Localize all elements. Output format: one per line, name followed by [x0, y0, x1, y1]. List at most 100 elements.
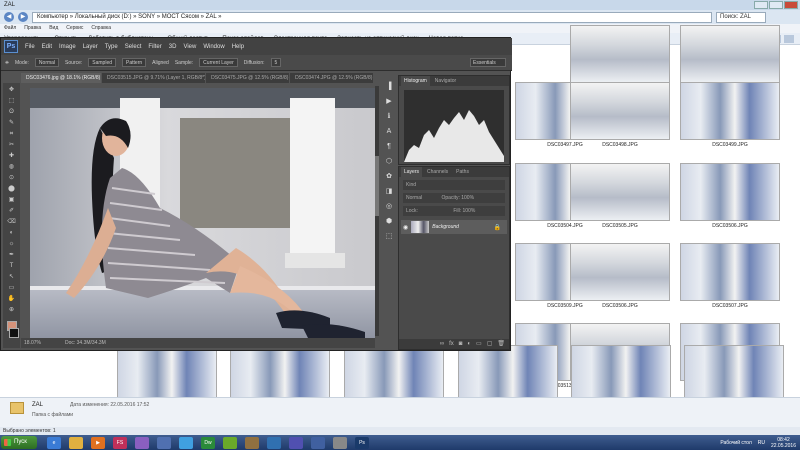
- menu-item-1[interactable]: Правка: [24, 24, 41, 33]
- close-button[interactable]: [784, 1, 798, 9]
- taskbar-app-dw-icon[interactable]: Dw: [201, 436, 215, 449]
- sample-select[interactable]: Current Layer: [199, 58, 238, 67]
- ps-tool-15-icon[interactable]: ✒: [7, 251, 17, 260]
- mode-select[interactable]: Normal: [34, 58, 60, 67]
- menu-item-0[interactable]: Файл: [4, 24, 16, 33]
- ps-menu-help[interactable]: Help: [232, 44, 244, 50]
- ps-menu-layer[interactable]: Layer: [83, 44, 98, 50]
- maximize-button[interactable]: [769, 1, 783, 9]
- document-tab-3[interactable]: DSC03474.JPG @ 12.5% (RGB/8): [290, 73, 373, 83]
- menu-item-4[interactable]: Справка: [91, 24, 111, 33]
- ps-tool-4-icon[interactable]: ⌗: [7, 130, 17, 139]
- ps-tool-14-icon[interactable]: ☼: [7, 240, 17, 249]
- pattern-radio[interactable]: Pattern: [122, 58, 147, 67]
- taskbar-app-save-icon[interactable]: [289, 436, 303, 449]
- ps-tool-18-icon[interactable]: ▭: [7, 284, 17, 293]
- ps-tool-2-icon[interactable]: ʘ: [7, 108, 17, 117]
- dock-icon-6[interactable]: ✿: [384, 171, 395, 182]
- ps-tool-13-icon[interactable]: ◐: [7, 229, 17, 238]
- ps-tool-8-icon[interactable]: ⊙: [7, 174, 17, 183]
- thumbnail-item[interactable]: DSC03506.JPG: [570, 243, 670, 309]
- dock-icon-9[interactable]: ⬢: [384, 216, 395, 227]
- clone-stamp-icon[interactable]: ⎈: [5, 60, 9, 66]
- adjustment-icon[interactable]: ◐: [467, 339, 471, 349]
- fill-input[interactable]: Fill: 100%: [453, 208, 475, 214]
- taskbar-app-media-icon[interactable]: ▶: [91, 436, 105, 449]
- ps-tool-10-icon[interactable]: ▣: [7, 196, 17, 205]
- ps-tool-3-icon[interactable]: ✎: [7, 119, 17, 128]
- sampled-radio[interactable]: Sampled: [88, 58, 117, 67]
- start-button[interactable]: Пуск: [1, 436, 37, 449]
- tab-navigator[interactable]: Navigator: [432, 76, 459, 86]
- ps-tool-17-icon[interactable]: ↖: [7, 273, 17, 282]
- language-indicator[interactable]: RU: [758, 440, 765, 446]
- thumbnail-item[interactable]: DSC03499.JPG: [680, 82, 780, 148]
- help-icon[interactable]: [784, 35, 794, 43]
- taskbar-app-ie-icon[interactable]: e: [47, 436, 61, 449]
- ps-tool-0-icon[interactable]: ✥: [7, 86, 17, 95]
- ps-menu-window[interactable]: Window: [203, 44, 224, 50]
- ps-canvas[interactable]: [30, 88, 375, 338]
- dock-icon-10[interactable]: ⬚: [384, 231, 395, 242]
- fx-icon[interactable]: fx: [449, 339, 454, 349]
- taskbar-app-cube-icon[interactable]: [135, 436, 149, 449]
- dock-icon-4[interactable]: ¶: [384, 141, 395, 152]
- link-layers-icon[interactable]: ∞: [440, 339, 444, 349]
- document-tab-0[interactable]: DSC03476.jpg @ 18.1% (RGB/8): [21, 73, 102, 83]
- taskbar-app-ps-icon[interactable]: Ps: [355, 436, 369, 449]
- ps-menu-file[interactable]: File: [25, 44, 35, 50]
- layer-filter-kind[interactable]: Kind: [403, 180, 505, 190]
- thumbnail-item[interactable]: DSC03498.JPG: [570, 82, 670, 148]
- dock-icon-3[interactable]: A: [384, 126, 395, 137]
- back-arrow-icon[interactable]: ◀: [4, 12, 14, 22]
- zoom-level[interactable]: 18.07%: [24, 338, 41, 348]
- background-color-swatch[interactable]: [9, 328, 19, 338]
- taskbar-app-key-icon[interactable]: [333, 436, 347, 449]
- thumbnail-item[interactable]: DSC03505.JPG: [570, 163, 670, 229]
- opacity-input[interactable]: Opacity: 100%: [442, 195, 475, 201]
- aligned-checkbox[interactable]: Aligned: [152, 60, 169, 66]
- forward-arrow-icon[interactable]: ▶: [18, 12, 28, 22]
- ps-tool-20-icon[interactable]: ⊕: [7, 306, 17, 315]
- ps-menu-3d[interactable]: 3D: [169, 44, 177, 50]
- ps-tool-1-icon[interactable]: ⬚: [7, 97, 17, 106]
- taskbar-app-globe-icon[interactable]: [267, 436, 281, 449]
- ps-tool-6-icon[interactable]: ✚: [7, 152, 17, 161]
- dock-icon-7[interactable]: ◨: [384, 186, 395, 197]
- dock-icon-1[interactable]: ▶: [384, 96, 395, 107]
- blend-mode-select[interactable]: Normal: [406, 195, 422, 201]
- ps-menu-edit[interactable]: Edit: [42, 44, 52, 50]
- tab-histogram[interactable]: Histogram: [401, 76, 430, 86]
- document-tab-1[interactable]: DSC03515.JPG @ 9.71% (Layer 1, RGB/8*): [102, 73, 206, 83]
- ps-tool-5-icon[interactable]: ✂: [7, 141, 17, 150]
- dock-icon-5[interactable]: ⬡: [384, 156, 395, 167]
- search-input[interactable]: Поиск: ZAL: [716, 11, 766, 23]
- thumbnail-item[interactable]: DSC03506.JPG: [680, 163, 780, 229]
- layer-background[interactable]: ◉ Background 🔒: [401, 220, 507, 234]
- ps-menu-filter[interactable]: Filter: [148, 44, 161, 50]
- trash-icon[interactable]: 🗑: [497, 339, 505, 349]
- taskbar-app-explorer-icon[interactable]: [69, 436, 83, 449]
- new-layer-icon[interactable]: ▢: [487, 339, 493, 349]
- tab-layers[interactable]: Layers: [401, 167, 423, 177]
- taskbar-app-monitor-icon[interactable]: [311, 436, 325, 449]
- ps-menu-select[interactable]: Select: [125, 44, 142, 50]
- dock-icon-8[interactable]: ◎: [384, 201, 395, 212]
- ps-tool-7-icon[interactable]: ◍: [7, 163, 17, 172]
- clock[interactable]: 08:42 22.05.2016: [771, 437, 796, 449]
- diffusion-input[interactable]: 5: [270, 58, 282, 67]
- workspace-select[interactable]: Essentials: [470, 58, 506, 67]
- dock-icon-2[interactable]: ℹ: [384, 111, 395, 122]
- mask-icon[interactable]: ◙: [459, 339, 463, 349]
- ps-tool-11-icon[interactable]: ✐: [7, 207, 17, 216]
- canvas-vertical-scrollbar[interactable]: [375, 86, 379, 336]
- taskbar-app-chat-icon[interactable]: [179, 436, 193, 449]
- ps-menu-image[interactable]: Image: [59, 44, 76, 50]
- eye-icon[interactable]: ◉: [403, 224, 408, 231]
- menu-item-3[interactable]: Сервис: [66, 24, 83, 33]
- document-tab-2[interactable]: DSC03475.JPG @ 12.5% (RGB/8): [206, 73, 290, 83]
- tab-paths[interactable]: Paths: [453, 167, 472, 177]
- address-path[interactable]: Компьютер » Локальный диск (D:) » SONY »…: [32, 11, 712, 23]
- ps-menu-view[interactable]: View: [183, 44, 196, 50]
- ps-menu-type[interactable]: Type: [105, 44, 118, 50]
